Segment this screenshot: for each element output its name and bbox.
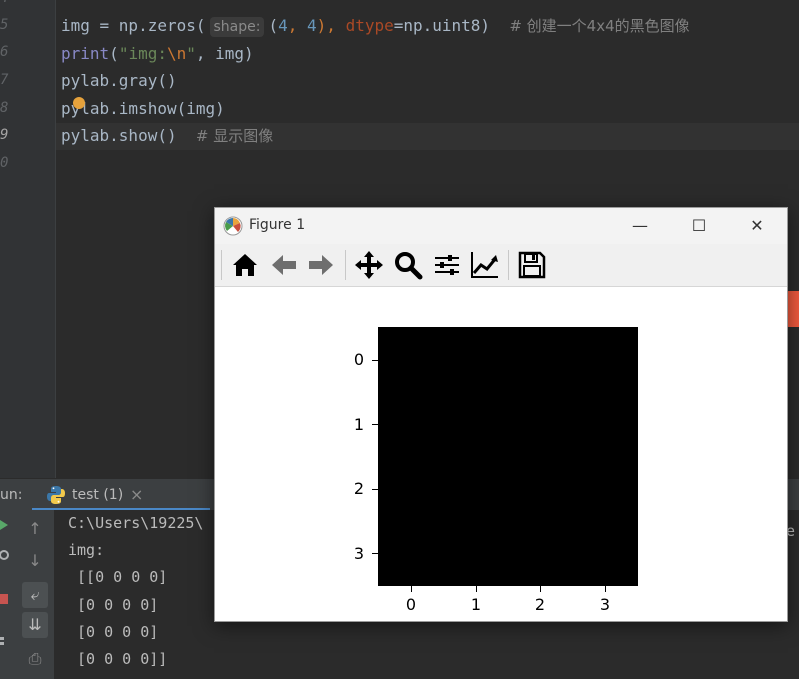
save-floppy-icon[interactable] [517, 250, 547, 280]
pan-move-icon[interactable] [354, 250, 384, 280]
code-line[interactable]: print("img:\n", img) [61, 40, 254, 67]
console-output-line: C:\Users\19225\ [68, 514, 204, 532]
toolbar-grip [221, 250, 222, 280]
y-tick-label: 2 [353, 479, 365, 498]
y-tick-label: 0 [353, 350, 365, 369]
layout-icon[interactable] [0, 634, 10, 648]
scroll-to-end-icon[interactable]: ⇊ [22, 612, 48, 638]
close-icon[interactable]: × [130, 485, 143, 504]
heatmap-cell [573, 327, 638, 392]
soft-wrap-icon[interactable]: ⤶ [22, 582, 48, 608]
code-comment: # 显示图像 [195, 127, 274, 145]
code-line[interactable]: img = np.zeros(shape: (4, 4), dtype=np.ui… [61, 12, 690, 39]
y-tick [372, 489, 378, 490]
toolbar-separator [508, 250, 509, 280]
x-tick-label: 2 [534, 595, 546, 614]
heatmap-cell [378, 521, 443, 587]
stop-icon[interactable] [0, 592, 10, 606]
run-tab-label: test (1) [72, 487, 124, 503]
heatmap-cell [443, 521, 508, 587]
line-number: 4 [0, 0, 10, 6]
print-icon[interactable]: ⎙ [22, 646, 48, 672]
line-number: 7 [0, 72, 9, 88]
heatmap-cell [443, 327, 508, 392]
code-comment: # 创建一个4x4的黑色图像 [509, 17, 690, 35]
y-tick [372, 360, 378, 361]
line-number: 0 [0, 155, 9, 171]
home-icon[interactable] [230, 250, 260, 280]
line-number-gutter: 4 5 6 7 8 9 0 [0, 0, 56, 478]
console-toolbar: ↑ ↓ ⤶ ⇊ ⎙ [14, 510, 55, 679]
back-arrow-icon[interactable] [269, 250, 299, 280]
line-number: 5 [0, 17, 9, 33]
close-button[interactable]: ✕ [727, 208, 787, 244]
x-tick-label: 0 [405, 595, 417, 614]
line-number: 9 [0, 127, 9, 143]
y-tick-label: 1 [353, 415, 365, 434]
plot-area[interactable]: 0 1 2 3 0 1 2 3 [215, 287, 787, 621]
rerun-icon[interactable] [0, 518, 10, 532]
arrow-up-icon[interactable]: ↑ [22, 516, 48, 542]
maximize-button[interactable]: ☐ [669, 208, 729, 244]
line-number: 8 [0, 100, 9, 116]
subplots-config-icon[interactable] [432, 250, 462, 280]
x-tick [540, 586, 541, 592]
run-actions-strip [0, 510, 14, 679]
minimize-button[interactable]: — [610, 208, 670, 244]
x-tick-label: 3 [599, 595, 611, 614]
zoom-magnifier-icon[interactable] [393, 250, 423, 280]
figure-window[interactable]: Figure 1 — ☐ ✕ 0 1 2 3 0 1 2 3 [214, 207, 788, 622]
python-icon [47, 486, 65, 504]
heatmap-cell [573, 391, 638, 457]
code-line[interactable]: pylab.gray() [61, 67, 177, 94]
heatmap-cell [573, 521, 638, 587]
figure-toolbar [215, 244, 787, 287]
code-line[interactable]: pylab.imshow(img) [61, 95, 225, 122]
x-tick [411, 586, 412, 592]
y-tick-label: 3 [353, 544, 365, 563]
run-label: un: [0, 487, 23, 503]
console-output-line: img: [68, 541, 105, 559]
heatmap-cell [443, 456, 508, 522]
heatmap-cell [573, 456, 638, 522]
figure-title-bar[interactable]: Figure 1 — ☐ ✕ [215, 208, 787, 244]
run-tab[interactable]: test (1) × [32, 479, 210, 511]
x-tick-label: 1 [470, 595, 482, 614]
heatmap-cell [508, 391, 573, 457]
line-number: 6 [0, 44, 9, 60]
image-heatmap[interactable] [378, 327, 638, 587]
arrow-down-icon[interactable]: ↓ [22, 548, 48, 574]
forward-arrow-icon[interactable] [306, 250, 336, 280]
settings-icon[interactable] [0, 548, 10, 562]
heatmap-cell [508, 456, 573, 522]
console-output-line: [0 0 0 0] [68, 596, 159, 614]
window-title: Figure 1 [249, 217, 306, 233]
console-output-line: [0 0 0 0]] [68, 650, 168, 668]
matplotlib-logo-icon [223, 216, 243, 236]
heatmap-cell [508, 327, 573, 392]
y-tick [372, 424, 378, 425]
heatmap-cell [378, 456, 443, 522]
y-tick [372, 553, 378, 554]
console-output-line: [0 0 0 0] [68, 623, 159, 641]
heatmap-cell [508, 521, 573, 587]
parameter-hint: shape: [209, 17, 265, 37]
console-output-line: [[0 0 0 0] [68, 568, 168, 586]
heatmap-cell [378, 327, 443, 392]
code-line[interactable]: pylab.show() # 显示图像 [61, 122, 273, 149]
x-tick [605, 586, 606, 592]
edit-axis-line-chart-icon[interactable] [470, 250, 500, 280]
x-tick [476, 586, 477, 592]
toolbar-separator [345, 250, 346, 280]
heatmap-cell [443, 391, 508, 457]
intention-bulb-icon[interactable] [73, 97, 85, 109]
heatmap-cell [378, 391, 443, 457]
